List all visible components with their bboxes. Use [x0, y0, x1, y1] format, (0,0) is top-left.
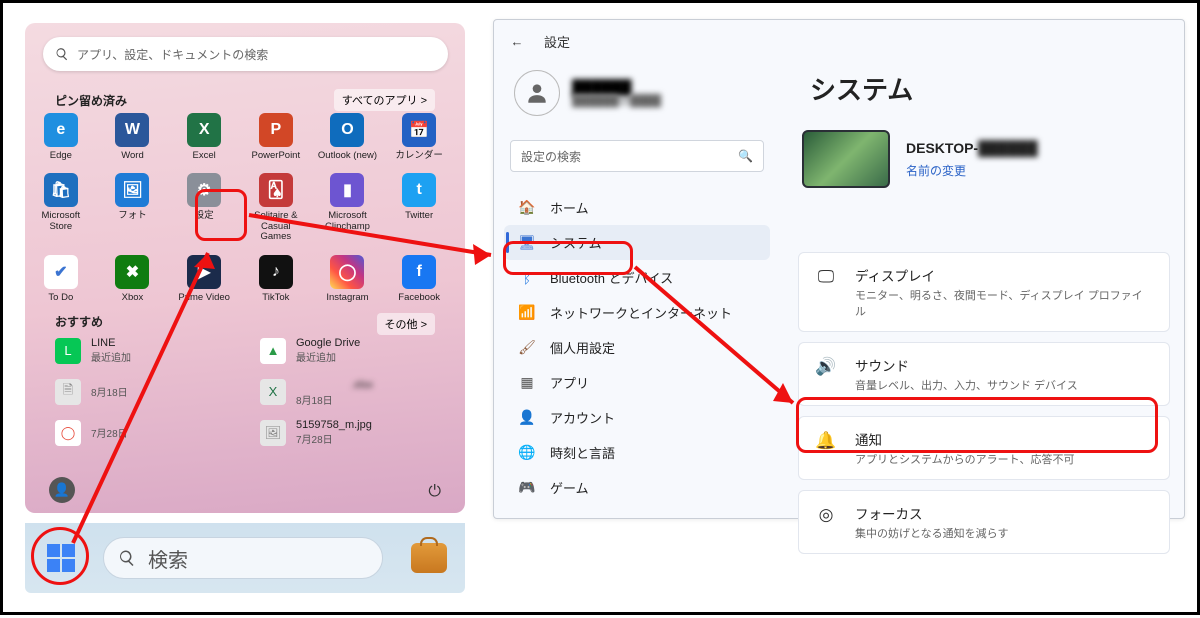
- search-icon: 🔍: [738, 149, 753, 163]
- nav-label: 個人用設定: [550, 338, 615, 357]
- taskbar-search-placeholder: 検索: [148, 544, 188, 573]
- card-icon: ◎: [815, 505, 837, 525]
- pc-info-block: DESKTOP-██████ 名前の変更: [802, 130, 1038, 188]
- nav-icon: ᛒ: [518, 269, 536, 287]
- page-title: システム: [810, 70, 913, 107]
- settings-window: ← 設定 ██████ ██████@████ 設定の検索 🔍 🏠 ホーム 🖥 システ…: [493, 19, 1185, 519]
- user-avatar-icon: 👤: [49, 477, 75, 503]
- nav-item[interactable]: ᛒ Bluetooth とデバイス: [504, 260, 770, 295]
- settings-cards: 🖵ディスプレイモニター、明るさ、夜間モード、ディスプレイ プロファイル 🔊サウンド…: [798, 252, 1170, 554]
- nav-label: アカウント: [550, 408, 615, 427]
- card-icon: 🔊: [815, 357, 837, 377]
- app-tile[interactable]: 📅カレンダー: [383, 113, 455, 161]
- start-menu: アプリ、設定、ドキュメントの検索 ピン留め済み すべてのアプリ > eEdgeW…: [25, 23, 465, 513]
- nav-label: 時刻と言語: [550, 443, 615, 462]
- start-search-input[interactable]: アプリ、設定、ドキュメントの検索: [43, 37, 448, 71]
- nav-label: Bluetooth とデバイス: [550, 268, 673, 287]
- pinned-label: ピン留め済み: [55, 92, 127, 109]
- pinned-apps-grid: eEdgeWWordXExcelPPowerPointOOutlook (new…: [25, 113, 455, 303]
- app-tile[interactable]: tTwitter: [383, 173, 455, 242]
- pc-thumbnail: [802, 130, 890, 188]
- windows-logo-icon: [45, 542, 77, 574]
- user-name: ██████: [572, 79, 661, 95]
- app-tile[interactable]: ✖Xbox: [97, 255, 169, 303]
- recommended-item[interactable]: ▲Google Drive最近追加: [260, 337, 445, 364]
- nav-item[interactable]: 👤 アカウント: [504, 400, 770, 435]
- nav-label: アプリ: [550, 373, 589, 392]
- recommended-label: おすすめ: [55, 313, 103, 335]
- nav-item[interactable]: 🖥 システム: [504, 225, 770, 260]
- recommended-item[interactable]: LLINE最近追加: [55, 337, 240, 364]
- app-tile[interactable]: ✔To Do: [25, 255, 97, 303]
- back-button[interactable]: ←: [508, 34, 526, 49]
- nav-item[interactable]: 🌐 時刻と言語: [504, 435, 770, 470]
- app-tile[interactable]: fFacebook: [383, 255, 455, 303]
- window-title: 設定: [544, 32, 570, 51]
- nav-label: システム: [550, 233, 602, 252]
- app-tile[interactable]: 🂡Solitaire & Casual Games: [240, 173, 312, 242]
- search-icon: [118, 549, 136, 567]
- settings-search-placeholder: 設定の検索: [521, 148, 581, 165]
- search-icon: [55, 47, 69, 61]
- nav-icon: 🌐: [518, 444, 536, 462]
- app-tile[interactable]: ♪TikTok: [240, 255, 312, 303]
- card-icon: 🖵: [815, 267, 837, 287]
- recommended-grid: LLINE最近追加 ▲Google Drive最近追加 🗎8月18日 X .xlsx8…: [55, 337, 445, 446]
- app-tile[interactable]: PPowerPoint: [240, 113, 312, 161]
- settings-nav: 🏠 ホーム 🖥 システム ᛒ Bluetooth とデバイス 📶 ネットワークとインターネット…: [504, 190, 770, 505]
- nav-label: ネットワークとインターネット: [550, 303, 732, 322]
- nav-icon: 📶: [518, 304, 536, 322]
- start-button[interactable]: [39, 536, 83, 580]
- nav-icon: ▦: [518, 374, 536, 392]
- nav-icon: 🖥: [518, 234, 536, 252]
- recommended-more-button[interactable]: その他 >: [377, 313, 435, 335]
- card-icon: 🔔: [815, 431, 837, 451]
- settings-card[interactable]: ◎フォーカス集中の妨げとなる通知を減らす: [798, 490, 1170, 554]
- settings-card[interactable]: 🖵ディスプレイモニター、明るさ、夜間モード、ディスプレイ プロファイル: [798, 252, 1170, 332]
- nav-item[interactable]: 📶 ネットワークとインターネット: [504, 295, 770, 330]
- nav-label: ゲーム: [550, 478, 589, 497]
- recommended-item[interactable]: 🖼5159758_m.jpg7月28日: [260, 419, 445, 446]
- taskbar: 検索: [25, 523, 465, 593]
- app-tile[interactable]: ▶Prime Video: [168, 255, 240, 303]
- taskbar-search-input[interactable]: 検索: [103, 537, 383, 579]
- app-tile[interactable]: ⚙設定: [168, 173, 240, 242]
- pc-name: DESKTOP-██████: [906, 140, 1038, 156]
- app-tile[interactable]: OOutlook (new): [312, 113, 384, 161]
- settings-card[interactable]: 🔊サウンド音量レベル、出力、入力、サウンド デバイス: [798, 342, 1170, 406]
- app-tile[interactable]: 🛍Microsoft Store: [25, 173, 97, 242]
- power-icon[interactable]: ⏻: [428, 483, 441, 501]
- app-tile[interactable]: XExcel: [168, 113, 240, 161]
- rename-link[interactable]: 名前の変更: [906, 162, 1038, 179]
- nav-icon: 🖌: [518, 339, 536, 357]
- nav-icon: 🏠: [518, 199, 536, 217]
- start-user-footer[interactable]: 👤: [49, 477, 75, 503]
- nav-icon: 👤: [518, 409, 536, 427]
- user-mail: ██████@████: [572, 95, 661, 107]
- app-tile[interactable]: ◯Instagram: [312, 255, 384, 303]
- nav-icon: 🎮: [518, 479, 536, 497]
- settings-card[interactable]: 🔔通知アプリとシステムからのアラート、応答不可: [798, 416, 1170, 480]
- settings-search-input[interactable]: 設定の検索 🔍: [510, 140, 764, 172]
- nav-item[interactable]: 🖌 個人用設定: [504, 330, 770, 365]
- start-search-placeholder: アプリ、設定、ドキュメントの検索: [77, 46, 268, 63]
- nav-label: ホーム: [550, 198, 589, 217]
- nav-item[interactable]: 🏠 ホーム: [504, 190, 770, 225]
- briefcase-icon[interactable]: [411, 543, 447, 573]
- recommended-item[interactable]: ◯7月28日: [55, 419, 240, 446]
- recommended-item[interactable]: X .xlsx8月18日: [260, 376, 445, 407]
- nav-item[interactable]: ▦ アプリ: [504, 365, 770, 400]
- user-avatar-icon: [514, 70, 560, 116]
- nav-item[interactable]: 🎮 ゲーム: [504, 470, 770, 505]
- app-tile[interactable]: 🖼フォト: [97, 173, 169, 242]
- app-tile[interactable]: ▮Microsoft Clipchamp: [312, 173, 384, 242]
- all-apps-button[interactable]: すべてのアプリ >: [334, 89, 435, 111]
- settings-user-block[interactable]: ██████ ██████@████: [514, 70, 661, 116]
- app-tile[interactable]: WWord: [97, 113, 169, 161]
- app-tile[interactable]: eEdge: [25, 113, 97, 161]
- recommended-item[interactable]: 🗎8月18日: [55, 376, 240, 407]
